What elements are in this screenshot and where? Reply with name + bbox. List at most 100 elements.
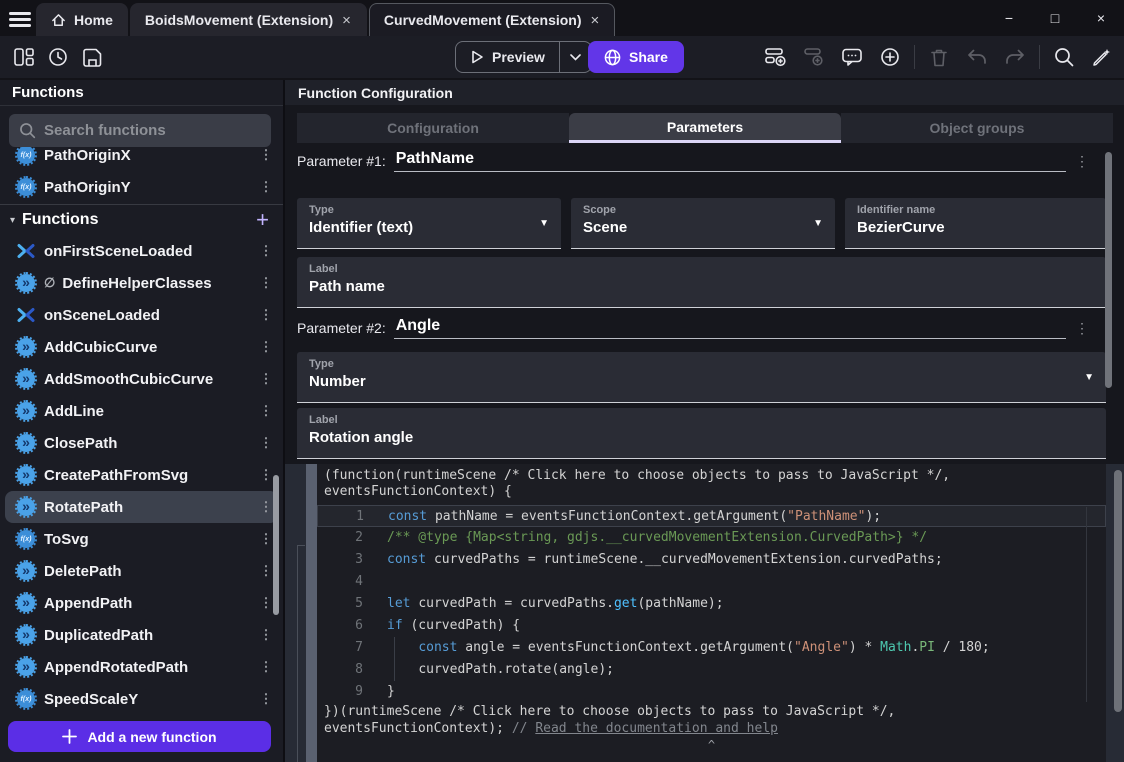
code-editor[interactable]: (function(runtimeScene /* Click here to …	[317, 464, 1106, 762]
add-function-button[interactable]: Add a new function	[8, 721, 271, 752]
function-list-item[interactable]: f(x)SpeedScaleY⋮	[0, 683, 283, 715]
item-menu-icon[interactable]: ⋮	[259, 595, 273, 611]
function-list-item[interactable]: »RotatePath⋮	[5, 491, 278, 523]
code-line: 1const pathName = eventsFunctionContext.…	[317, 505, 1106, 527]
item-menu-icon[interactable]: ⋮	[259, 531, 273, 547]
tab-boidsmovement[interactable]: BoidsMovement (Extension) ×	[130, 3, 367, 36]
parameters-scrollbar[interactable]	[1105, 152, 1112, 388]
parameter-2-type-field[interactable]: Type Number ▼	[297, 352, 1106, 403]
parameter-1-menu-icon[interactable]: ⋮	[1075, 153, 1089, 170]
hamburger-menu-icon[interactable]	[9, 9, 31, 27]
title-bar: Home BoidsMovement (Extension) × CurvedM…	[0, 0, 1124, 36]
add-comment-icon[interactable]	[838, 43, 866, 71]
add-other-event-icon[interactable]	[876, 43, 904, 71]
share-button[interactable]: Share	[588, 41, 684, 73]
events-scrollbar[interactable]	[1114, 470, 1122, 712]
maximize-button[interactable]: □	[1032, 0, 1078, 36]
item-menu-icon[interactable]: ⋮	[259, 147, 273, 163]
dropdown-caret-icon[interactable]: ▼	[1084, 372, 1094, 383]
close-tab-icon[interactable]: ×	[341, 12, 352, 29]
item-menu-icon[interactable]: ⋮	[259, 275, 273, 291]
function-list-item[interactable]: f(x)ToSvg⋮	[0, 523, 283, 555]
edit-extension-icon[interactable]	[1088, 43, 1116, 71]
parameter-2-name-input[interactable]: Angle	[394, 317, 1066, 339]
field-label: Label	[309, 414, 1094, 426]
function-name: DefineHelperClasses	[62, 275, 250, 292]
item-menu-icon[interactable]: ⋮	[259, 339, 273, 355]
functions-section-header[interactable]: ▾Functions+	[0, 204, 283, 235]
tab-object-groups[interactable]: Object groups	[841, 113, 1113, 143]
tab-label: CurvedMovement (Extension)	[384, 12, 582, 28]
item-menu-icon[interactable]: ⋮	[259, 467, 273, 483]
documentation-link[interactable]: Read the documentation and help	[535, 721, 778, 736]
delete-icon[interactable]	[925, 43, 953, 71]
sidebar-scrollbar[interactable]	[273, 475, 279, 615]
javascript-event-block[interactable]: (function(runtimeScene /* Click here to …	[306, 464, 1106, 762]
function-list-item[interactable]: »AppendPath⋮	[0, 587, 283, 619]
item-menu-icon[interactable]: ⋮	[259, 403, 273, 419]
function-name: onFirstSceneLoaded	[44, 243, 250, 260]
function-list-item[interactable]: »DuplicatedPath⋮	[0, 619, 283, 651]
function-list-item[interactable]: onFirstSceneLoaded ⋮	[0, 235, 283, 267]
close-tab-icon[interactable]: ×	[590, 12, 601, 29]
function-name: ClosePath	[44, 435, 250, 452]
tab-curvedmovement[interactable]: CurvedMovement (Extension) ×	[369, 3, 615, 36]
function-name: AddSmoothCubicCurve	[44, 371, 250, 388]
item-menu-icon[interactable]: ⋮	[259, 627, 273, 643]
undo-icon[interactable]	[963, 43, 991, 71]
redo-icon[interactable]	[1001, 43, 1029, 71]
function-list-item[interactable]: »AppendRotatedPath⋮	[0, 651, 283, 683]
dropdown-caret-icon[interactable]: ▼	[813, 218, 823, 229]
field-value: Scene	[583, 219, 823, 236]
parameter-1-identifier-field[interactable]: Identifier name BezierCurve	[845, 198, 1106, 249]
line-number: 2	[317, 527, 363, 549]
function-list-item[interactable]: »DeletePath⋮	[0, 555, 283, 587]
parameter-1-label-field[interactable]: Label Path name	[297, 257, 1106, 308]
search-events-icon[interactable]	[1050, 43, 1078, 71]
parameter-1-name-input[interactable]: PathName	[394, 150, 1066, 172]
preview-button[interactable]: Preview	[456, 42, 559, 72]
function-list-item[interactable]: onSceneLoaded⋮	[0, 299, 283, 331]
search-functions-box[interactable]	[9, 114, 271, 147]
function-list-item[interactable]: »AddLine⋮	[0, 395, 283, 427]
field-value: Identifier (text)	[309, 219, 549, 236]
dropdown-caret-icon[interactable]: ▼	[539, 218, 549, 229]
item-menu-icon[interactable]: ⋮	[259, 435, 273, 451]
add-subevent-icon[interactable]	[800, 43, 828, 71]
function-list-item[interactable]: »AddSmoothCubicCurve⋮	[0, 363, 283, 395]
function-list-item[interactable]: f(x)PathOriginY⋮	[0, 171, 283, 203]
line-number: 6	[317, 615, 363, 637]
parameter-1-type-field[interactable]: Type Identifier (text) ▼	[297, 198, 561, 249]
tab-home[interactable]: Home	[36, 3, 128, 36]
item-menu-icon[interactable]: ⋮	[259, 307, 273, 323]
action-icon: »	[17, 626, 35, 644]
toggle-panels-icon[interactable]	[10, 43, 38, 71]
tab-parameters[interactable]: Parameters	[569, 113, 841, 143]
function-list-item[interactable]: »CreatePathFromSvg⋮	[0, 459, 283, 491]
parameter-2-menu-icon[interactable]: ⋮	[1075, 320, 1089, 337]
tab-configuration[interactable]: Configuration	[297, 113, 569, 143]
search-functions-input[interactable]	[44, 122, 261, 139]
item-menu-icon[interactable]: ⋮	[259, 563, 273, 579]
event-drag-handle[interactable]	[306, 464, 317, 762]
item-menu-icon[interactable]: ⋮	[259, 243, 273, 259]
minimize-button[interactable]: −	[986, 0, 1032, 36]
function-list-item[interactable]: »∅DefineHelperClasses⋮	[0, 267, 283, 299]
add-event-icon[interactable]	[762, 43, 790, 71]
parameter-1-scope-field[interactable]: Scope Scene ▼	[571, 198, 835, 249]
item-menu-icon[interactable]: ⋮	[259, 499, 273, 515]
item-menu-icon[interactable]: ⋮	[259, 179, 273, 195]
code-header-line[interactable]: (function(runtimeScene /* Click here to …	[317, 468, 1106, 484]
function-list-item[interactable]: »ClosePath⋮	[0, 427, 283, 459]
save-icon[interactable]	[78, 43, 106, 71]
item-menu-icon[interactable]: ⋮	[259, 371, 273, 387]
preview-options-button[interactable]	[559, 42, 591, 72]
version-history-icon[interactable]	[44, 43, 72, 71]
item-menu-icon[interactable]: ⋮	[259, 659, 273, 675]
collapse-caret-icon[interactable]: ▾	[10, 215, 15, 226]
function-list-item[interactable]: »AddCubicCurve⋮	[0, 331, 283, 363]
parameter-2-label-field[interactable]: Label Rotation angle	[297, 408, 1106, 459]
item-menu-icon[interactable]: ⋮	[259, 691, 273, 707]
close-button[interactable]: ×	[1078, 0, 1124, 36]
add-function-plus-icon[interactable]: +	[256, 210, 269, 230]
